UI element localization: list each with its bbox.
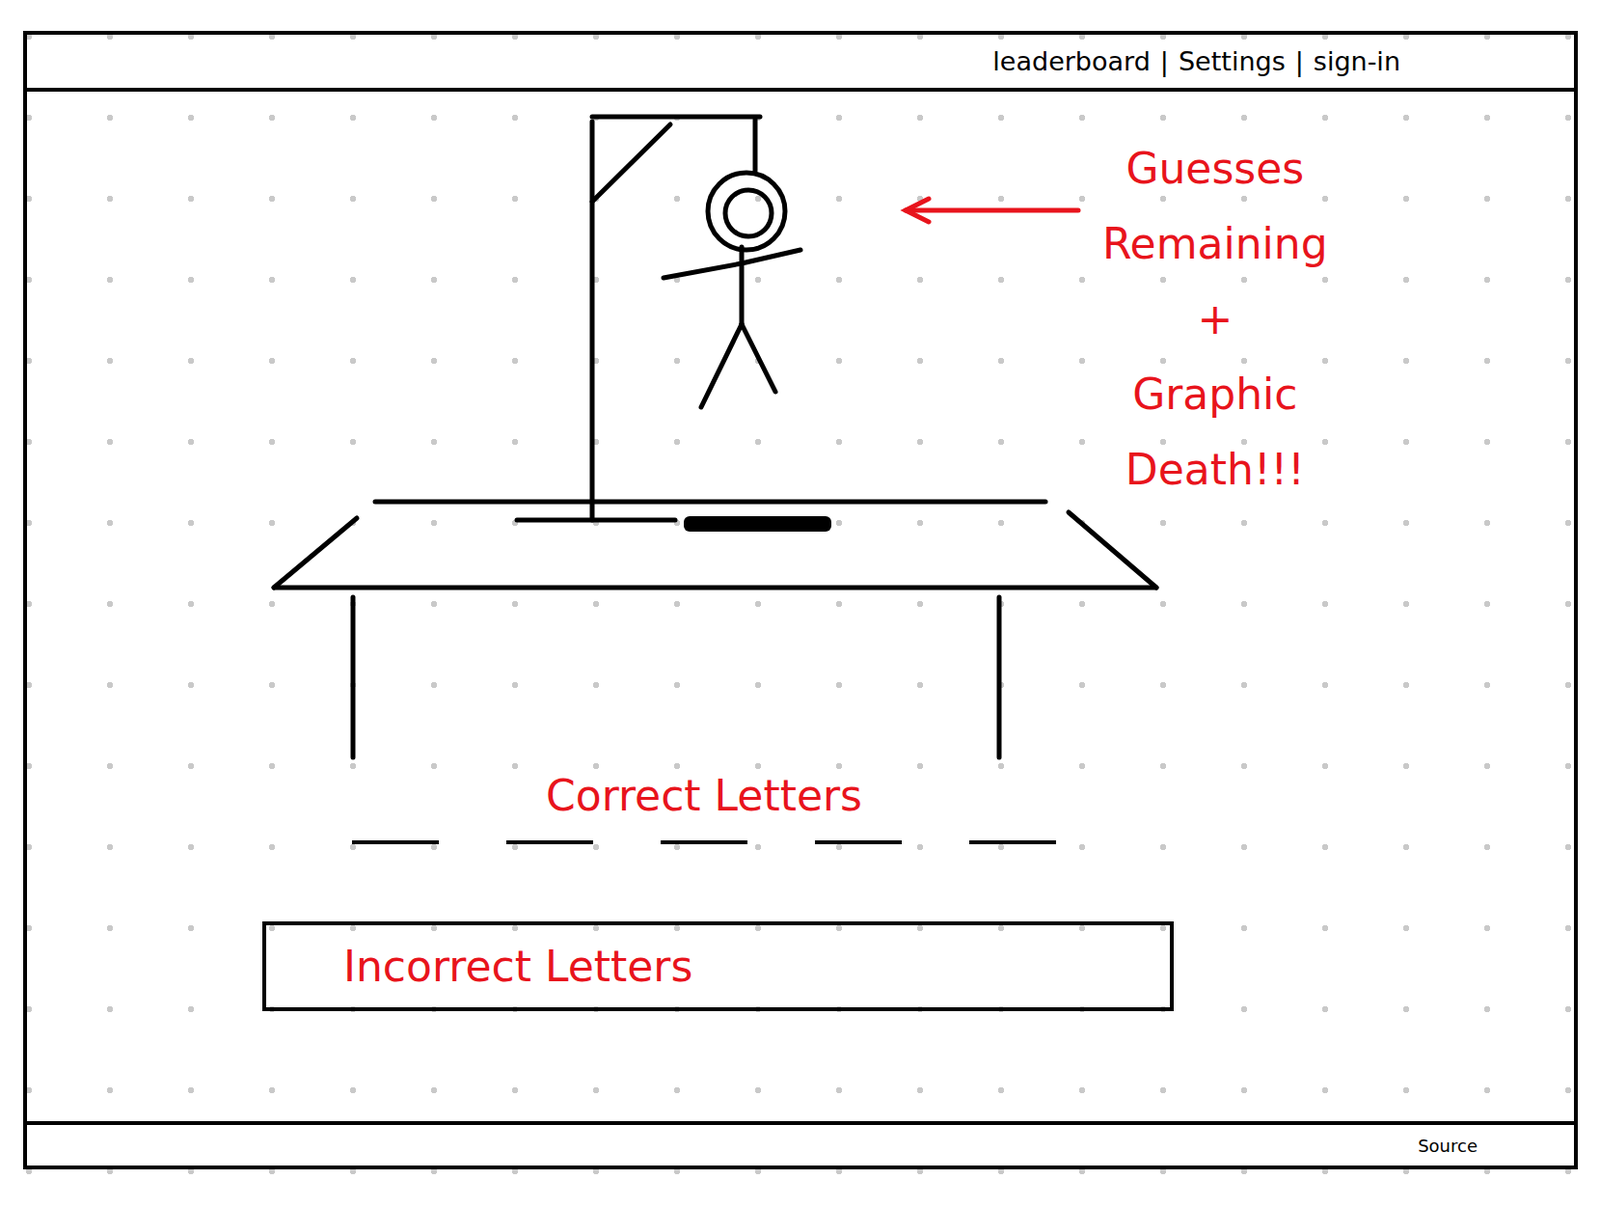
annotation-text: Guesses: [1125, 141, 1304, 196]
head: [707, 172, 786, 250]
game-area: Guesses Remaining + Graphic Death!!! Correct …: [27, 91, 1574, 1121]
nav-item[interactable]: sign-in: [1313, 46, 1401, 77]
letter-blank: [506, 840, 594, 844]
nav: leaderboard | Settings | sign-in: [992, 46, 1401, 77]
header: leaderboard | Settings | sign-in: [27, 34, 1574, 92]
annotation: Guesses Remaining + Graphic Death!!!: [899, 141, 1329, 497]
incorrect-letters-label: Incorrect Letters: [343, 939, 693, 994]
arrow-icon: [899, 195, 1084, 225]
right-leg: [741, 324, 776, 392]
footer: Source: [27, 1120, 1574, 1166]
annotation-text: +: [1196, 292, 1233, 347]
right-arm: [741, 249, 801, 264]
annotation-text: Graphic: [1132, 367, 1298, 422]
source-link[interactable]: Source: [1417, 1135, 1478, 1156]
letter-blank: [660, 840, 748, 844]
nav-item[interactable]: leaderboard: [992, 46, 1150, 77]
left-leg: [701, 324, 742, 407]
app-frame: leaderboard | Settings | sign-in Guesses Remai…: [23, 30, 1578, 1169]
correct-letters-label: Correct Letters: [545, 768, 863, 823]
annotation-text: Death!!!: [1125, 442, 1305, 497]
nav-item[interactable]: Settings: [1178, 46, 1286, 77]
letter-blank: [352, 840, 439, 844]
nav-separator: |: [1160, 46, 1169, 77]
incorrect-letters: Incorrect Letters: [262, 921, 1174, 1011]
letter-blank: [969, 840, 1057, 844]
trapdoor: [683, 515, 832, 532]
body: [739, 246, 745, 325]
nav-separator: |: [1295, 46, 1304, 77]
letter-blank: [814, 840, 902, 844]
left-arm: [663, 263, 742, 278]
annotation-text: Remaining: [1102, 216, 1329, 272]
correct-letters: Correct Letters: [352, 768, 1057, 844]
